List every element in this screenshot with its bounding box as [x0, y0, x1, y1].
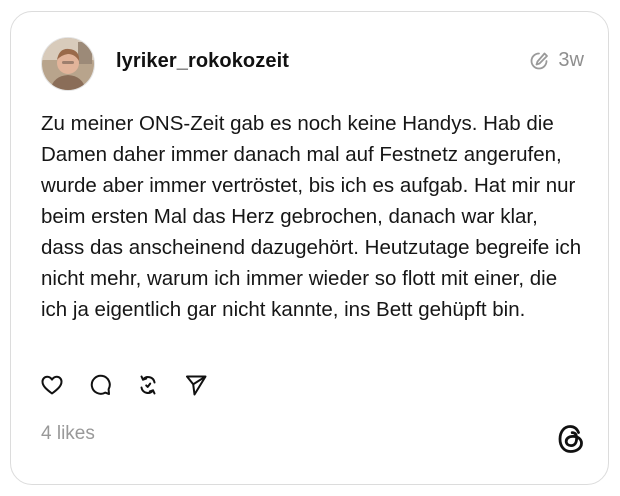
- comment-icon: [90, 374, 111, 395]
- post-timestamp: 3w: [558, 49, 584, 71]
- threads-logo-icon[interactable]: [556, 423, 586, 455]
- post-card: lyriker_rokokozeit 3w Zu meiner ONS-Zeit…: [10, 11, 609, 485]
- repost-icon: [140, 375, 156, 395]
- edited-icon: [528, 50, 550, 72]
- reply-button[interactable]: [88, 373, 112, 397]
- post-actions: [40, 373, 232, 397]
- like-button[interactable]: [40, 373, 64, 397]
- likes-count[interactable]: 4 likes: [41, 423, 95, 445]
- avatar[interactable]: [41, 37, 95, 91]
- repost-button[interactable]: [136, 373, 160, 397]
- send-icon: [186, 375, 207, 396]
- heart-icon: [41, 375, 63, 395]
- share-button[interactable]: [184, 373, 208, 397]
- post-meta: 3w: [528, 49, 584, 72]
- post-text: Zu meiner ONS-Zeit gab es noch keine Han…: [41, 112, 582, 321]
- username[interactable]: lyriker_rokokozeit: [116, 50, 289, 73]
